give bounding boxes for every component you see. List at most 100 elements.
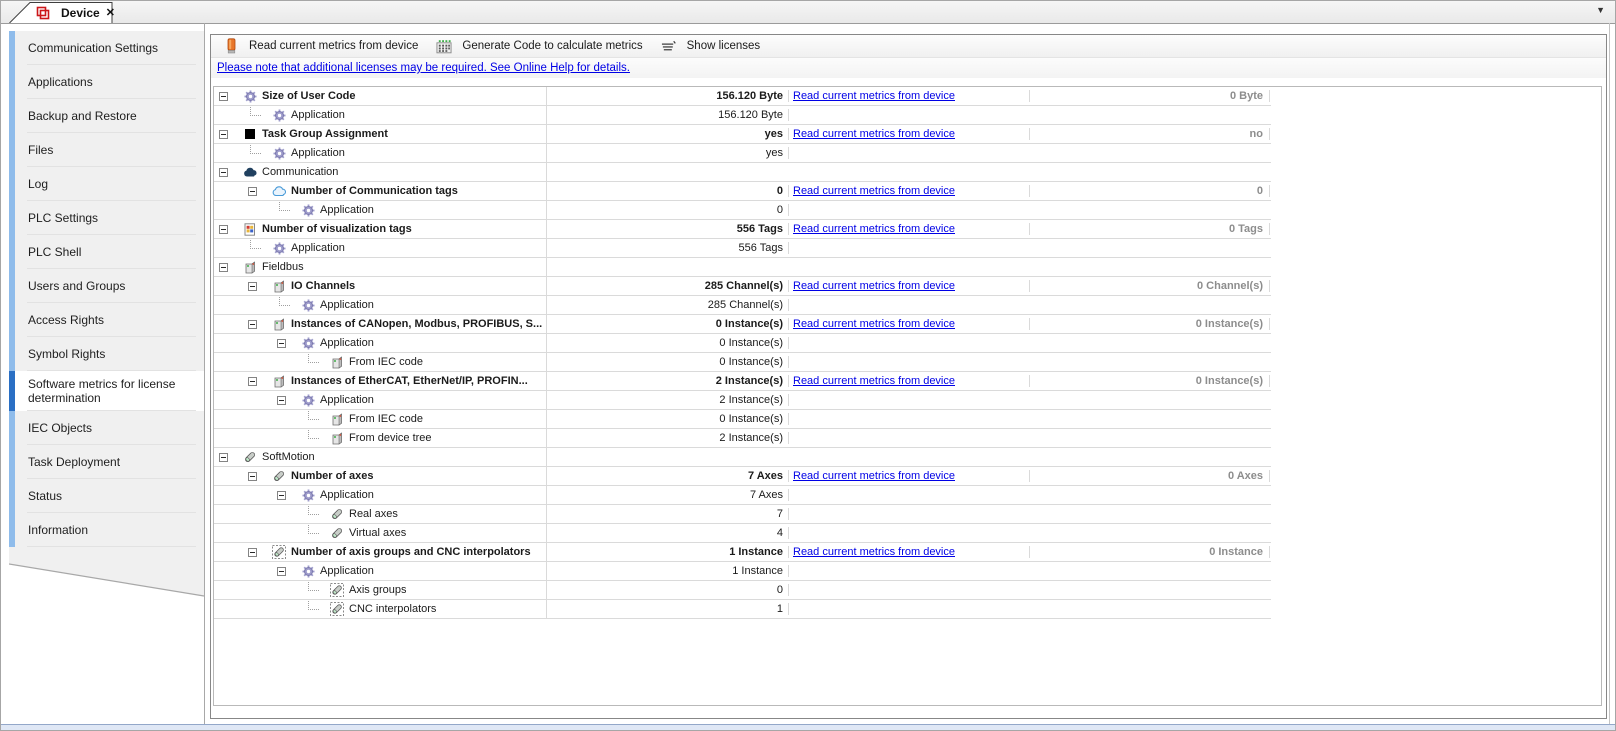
expand-collapse-toggle[interactable] <box>248 548 257 557</box>
metrics-content-area: Size of User Code 156.120 Byte Read curr… <box>213 86 1602 706</box>
sidebar-item-users-and-groups[interactable]: Users and Groups <box>9 269 204 303</box>
sidebar-item-information[interactable]: Information <box>9 513 204 547</box>
expand-collapse-toggle[interactable] <box>248 472 257 481</box>
window-inner-edge <box>1609 23 1610 724</box>
metric-tree-cell: Number of visualization tags <box>214 220 547 238</box>
sidebar-item-iec-objects[interactable]: IEC Objects <box>9 411 204 445</box>
axis-icon <box>271 469 287 483</box>
read-metrics-link[interactable]: Read current metrics from device <box>793 128 955 140</box>
metric-label: From device tree <box>349 432 432 444</box>
metric-label: Real axes <box>349 508 398 520</box>
axis-group-icon <box>271 545 287 559</box>
expand-collapse-toggle[interactable] <box>219 453 228 462</box>
fieldbus-device-icon <box>271 318 287 331</box>
generate-code-button[interactable]: Generate Code to calculate metrics <box>429 36 649 56</box>
expand-collapse-toggle[interactable] <box>248 282 257 291</box>
metric-tree-cell: Application <box>214 296 547 314</box>
sidebar-item-files[interactable]: Files <box>9 133 204 167</box>
sidebar-item-label: Communication Settings <box>28 41 158 55</box>
metric-link-cell: Read current metrics from device <box>789 90 1030 102</box>
sidebar-item-status[interactable]: Status <box>9 479 204 513</box>
sidebar-item-plc-settings[interactable]: PLC Settings <box>9 201 204 235</box>
metric-tree-cell: From device tree <box>214 429 547 447</box>
sidebar-item-plc-shell[interactable]: PLC Shell <box>9 235 204 269</box>
sidebar-item-backup-and-restore[interactable]: Backup and Restore <box>9 99 204 133</box>
show-licenses-button[interactable]: Show licenses <box>654 36 768 56</box>
metric-value-cell: 2 Instance(s) <box>547 394 789 406</box>
read-metrics-link[interactable]: Read current metrics from device <box>793 546 955 558</box>
tab-close-icon[interactable]: ✕ <box>106 6 115 19</box>
metric-value-cell: 7 Axes <box>547 470 789 482</box>
gear-icon <box>271 109 287 122</box>
read-metrics-link[interactable]: Read current metrics from device <box>793 90 955 102</box>
sidebar-item-communication-settings[interactable]: Communication Settings <box>9 31 204 65</box>
tab-title: Device <box>61 6 100 20</box>
metric-tree-cell: Application <box>214 486 547 504</box>
tab-device[interactable]: Device ✕ <box>9 2 113 23</box>
software-metrics-panel: Read current metrics from device Generat… <box>210 34 1607 719</box>
metric-value-cell: 1 Instance <box>547 546 789 558</box>
sidebar-item-task-deployment[interactable]: Task Deployment <box>9 445 204 479</box>
metric-label: Size of User Code <box>262 90 356 102</box>
read-metrics-link[interactable]: Read current metrics from device <box>793 318 955 330</box>
table-row: Application 556 Tags <box>214 239 1271 258</box>
metric-value-cell: 1 Instance <box>547 565 789 577</box>
tree-elbow-line <box>308 525 319 534</box>
metric-label: Number of axis groups and CNC interpolat… <box>291 546 531 558</box>
expand-collapse-toggle[interactable] <box>219 168 228 177</box>
sidebar-item-label: Task Deployment <box>28 455 120 469</box>
device-value-cell: 0 Tags <box>1030 223 1270 235</box>
read-metrics-link[interactable]: Read current metrics from device <box>793 223 955 235</box>
expand-collapse-toggle[interactable] <box>219 225 228 234</box>
metric-tree-cell: IO Channels <box>214 277 547 295</box>
license-notice-row: Please note that additional licenses may… <box>211 58 1606 78</box>
sidebar-item-label: Information <box>28 523 88 537</box>
expand-collapse-toggle[interactable] <box>219 263 228 272</box>
read-metrics-link[interactable]: Read current metrics from device <box>793 185 955 197</box>
metric-label: From IEC code <box>349 356 423 368</box>
expand-collapse-toggle[interactable] <box>219 92 228 101</box>
table-row: Task Group Assignment yes Read current m… <box>214 125 1271 144</box>
expand-collapse-toggle[interactable] <box>277 491 286 500</box>
axis-icon <box>329 507 345 521</box>
sidebar-item-applications[interactable]: Applications <box>9 65 204 99</box>
expand-collapse-toggle[interactable] <box>277 339 286 348</box>
metric-label: Number of Communication tags <box>291 185 458 197</box>
table-row: Real axes 7 <box>214 505 1271 524</box>
sidebar-item-label: Files <box>28 143 53 157</box>
sidebar-item-access-rights[interactable]: Access Rights <box>9 303 204 337</box>
tree-elbow-line <box>279 202 290 211</box>
license-notice-link[interactable]: Please note that additional licenses may… <box>217 62 630 74</box>
sidebar-item-label: Symbol Rights <box>28 347 105 361</box>
expand-collapse-toggle[interactable] <box>277 396 286 405</box>
metric-link-cell: Read current metrics from device <box>789 318 1030 330</box>
fieldbus-device-icon <box>329 413 345 426</box>
metric-tree-cell: Virtual axes <box>214 524 547 542</box>
expand-collapse-toggle[interactable] <box>248 320 257 329</box>
read-metrics-link[interactable]: Read current metrics from device <box>793 470 955 482</box>
read-metrics-link[interactable]: Read current metrics from device <box>793 375 955 387</box>
metric-value-cell: 556 Tags <box>547 223 789 235</box>
read-metrics-button[interactable]: Read current metrics from device <box>216 36 425 56</box>
expand-collapse-toggle[interactable] <box>219 130 228 139</box>
tab-overflow-caret-icon[interactable]: ▼ <box>1596 5 1605 15</box>
expand-collapse-toggle[interactable] <box>248 377 257 386</box>
fieldbus-device-icon <box>242 261 258 274</box>
table-row: Number of axis groups and CNC interpolat… <box>214 543 1271 562</box>
metric-label: Axis groups <box>349 584 406 596</box>
sidebar-item-software-metrics-for-license-determination[interactable]: Software metrics for license determinati… <box>9 371 204 411</box>
expand-collapse-toggle[interactable] <box>277 567 286 576</box>
device-editor-sidebar: Communication Settings Applications Back… <box>9 31 204 547</box>
sidebar-item-log[interactable]: Log <box>9 167 204 201</box>
read-metrics-link[interactable]: Read current metrics from device <box>793 280 955 292</box>
metric-label: Virtual axes <box>349 527 406 539</box>
metric-value-cell: 285 Channel(s) <box>547 299 789 311</box>
tree-elbow-line <box>308 506 319 515</box>
generate-code-icon <box>436 39 452 54</box>
metric-tree-cell: Application <box>214 201 547 219</box>
metric-link-cell: Read current metrics from device <box>789 470 1030 482</box>
table-row: SoftMotion <box>214 448 1271 467</box>
sidebar-item-symbol-rights[interactable]: Symbol Rights <box>9 337 204 371</box>
fieldbus-device-icon <box>271 280 287 293</box>
expand-collapse-toggle[interactable] <box>248 187 257 196</box>
